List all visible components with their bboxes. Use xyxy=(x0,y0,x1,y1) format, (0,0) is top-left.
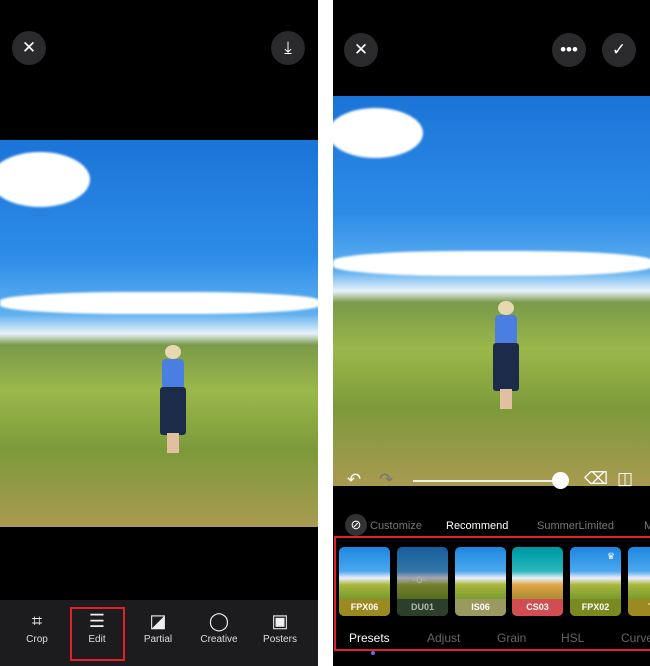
bottom-toolbar: ⌗ Crop ☰ Edit ◪ Partial ◯ Creative ▣ Posters xyxy=(0,600,318,666)
photo xyxy=(0,140,318,527)
planet-icon: ◯ xyxy=(208,611,230,631)
highlight-box xyxy=(70,607,125,661)
redo-icon[interactable]: ↷ xyxy=(379,470,393,490)
right-screen: ✕ ••• ✓ ↶ ↷ ⌫ ◫ ⊘ Customize Recommend Su… xyxy=(333,0,650,666)
intensity-slider[interactable] xyxy=(413,480,561,482)
category-summerlimited[interactable]: SummerLimited xyxy=(537,520,614,532)
tool-label: Posters xyxy=(263,634,297,645)
no-filter-button[interactable]: ⊘ xyxy=(345,514,367,536)
left-screen: ✕ ⤓ ⌗ Crop ☰ Edit ◪ Partial ◯ Creative ▣ Post… xyxy=(0,0,318,666)
tool-crop[interactable]: ⌗ Crop xyxy=(7,610,67,645)
undo-icon[interactable]: ↶ xyxy=(347,470,361,490)
close-icon: ✕ xyxy=(353,40,369,59)
compare-icon[interactable]: ◫ xyxy=(617,469,633,489)
active-tab-indicator xyxy=(371,651,375,655)
tool-posters[interactable]: ▣ Posters xyxy=(250,610,310,645)
tool-label: Partial xyxy=(143,634,173,645)
more-icon: ••• xyxy=(560,40,578,59)
eraser-icon[interactable]: ⌫ xyxy=(584,469,608,489)
close-button[interactable]: ✕ xyxy=(344,33,378,67)
close-button[interactable]: ✕ xyxy=(12,31,46,65)
crop-icon: ⌗ xyxy=(31,611,43,631)
person xyxy=(157,345,187,455)
partial-brush-icon: ◪ xyxy=(149,611,167,631)
download-icon: ⤓ xyxy=(284,38,292,57)
tool-label: Creative xyxy=(200,634,238,645)
photo xyxy=(333,96,650,486)
tool-label: Crop xyxy=(26,634,48,645)
no-filter-icon: ⊘ xyxy=(350,517,362,532)
image-icon: ▣ xyxy=(271,611,289,631)
confirm-button[interactable]: ✓ xyxy=(602,33,636,67)
category-customize[interactable]: Customize xyxy=(370,520,422,532)
highlight-box xyxy=(334,536,650,651)
tool-creative[interactable]: ◯ Creative xyxy=(189,610,249,645)
category-recommend[interactable]: Recommend xyxy=(446,520,508,532)
more-button[interactable]: ••• xyxy=(552,33,586,67)
tool-partial[interactable]: ◪ Partial xyxy=(128,610,188,645)
slider-handle[interactable] xyxy=(552,472,569,489)
person xyxy=(490,301,520,411)
category-more[interactable]: M xyxy=(644,520,650,532)
check-icon: ✓ xyxy=(611,40,627,59)
close-icon: ✕ xyxy=(21,38,37,57)
download-button[interactable]: ⤓ xyxy=(271,31,305,65)
